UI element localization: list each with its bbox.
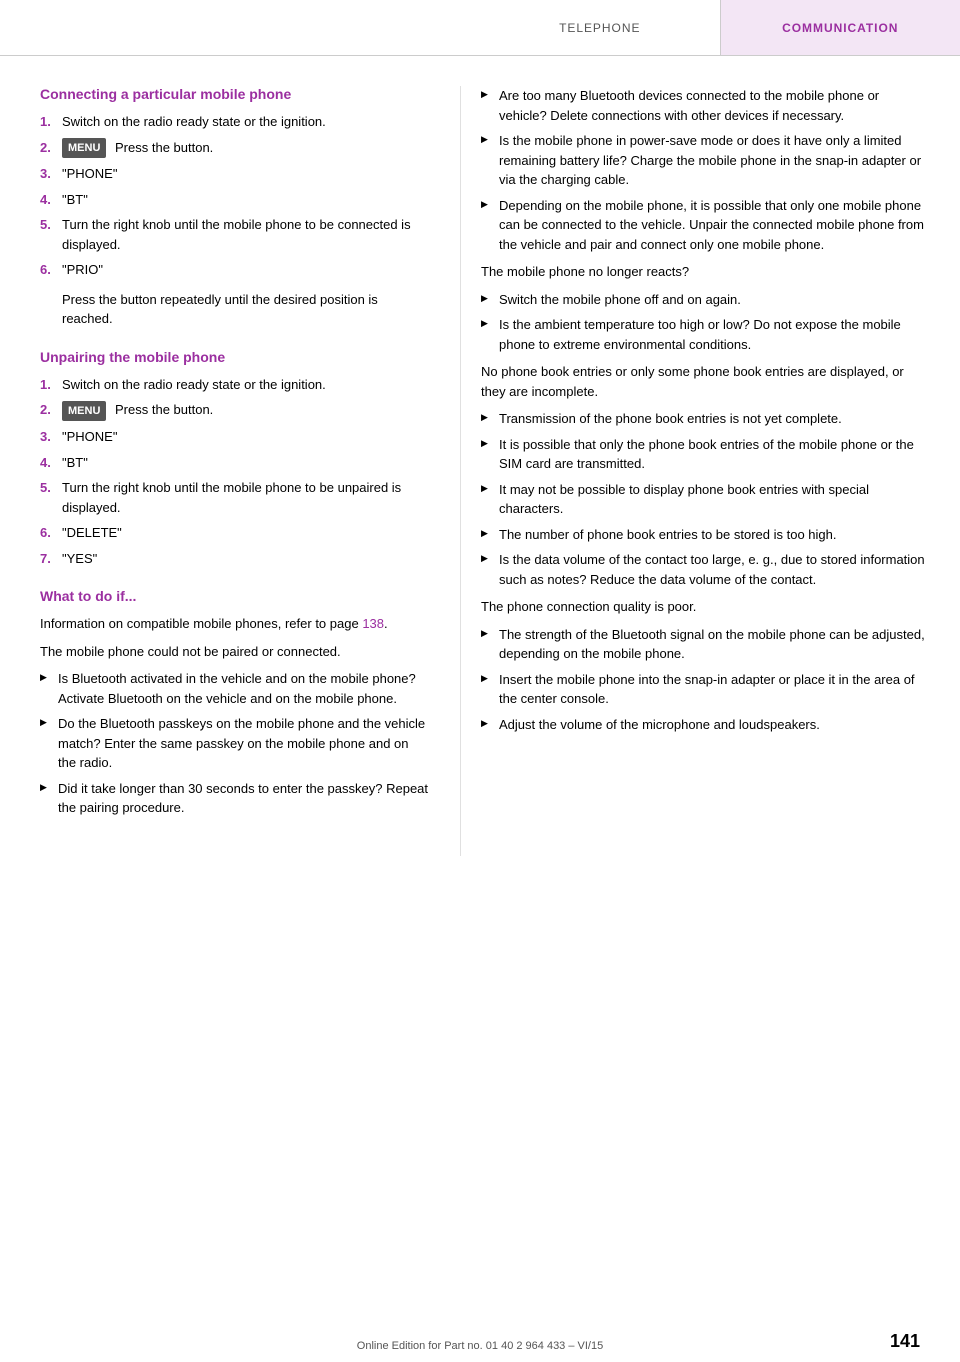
bullet-right-1-2: ▶ Is the mobile phone in power-save mode… [481,131,930,190]
bullet-right-3-2: ▶ It is possible that only the phone boo… [481,435,930,474]
page-body: Connecting a particular mobile phone 1. … [0,56,960,856]
step-1-4: 4. "BT" [40,190,430,210]
bullet-right-3-3: ▶ It may not be possible to display phon… [481,480,930,519]
step-2-2: 2. MENU Press the button. [40,400,430,421]
para-poor-quality: The phone connection quality is poor. [481,597,930,617]
right-bullets-group1: ▶ Are too many Bluetooth devices connect… [481,86,930,254]
page-link-138[interactable]: 138 [362,616,384,631]
bullet-right-4-1: ▶ The strength of the Bluetooth signal o… [481,625,930,664]
bullet-right-4-3: ▶ Adjust the volume of the microphone an… [481,715,930,735]
bullet-icon-1: ▶ [40,671,58,685]
section1-title: Connecting a particular mobile phone [40,86,430,102]
bullet-icon-3: ▶ [40,781,58,795]
step-1-2: 2. MENU Press the button. [40,138,430,159]
section2-title: Unpairing the mobile phone [40,349,430,365]
page-header: TELEPHONE COMMUNICATION [0,0,960,56]
section3-bullets: ▶ Is Bluetooth activated in the vehicle … [40,669,430,818]
step-2-4: 4. "BT" [40,453,430,473]
right-bullets-group3: ▶ Transmission of the phone book entries… [481,409,930,589]
bullet-right-2-2: ▶ Is the ambient temperature too high or… [481,315,930,354]
bullet-right-1-3: ▶ Depending on the mobile phone, it is p… [481,196,930,255]
page-number: 141 [890,1331,920,1352]
left-column: Connecting a particular mobile phone 1. … [0,86,460,856]
section3-para1: Information on compatible mobile phones,… [40,614,430,634]
telephone-text: TELEPHONE [559,21,640,35]
bullet-icon-r10: ▶ [481,552,499,566]
section3-title: What to do if... [40,588,430,604]
header-communication-label: COMMUNICATION [721,0,960,55]
page-footer: Online Edition for Part no. 01 40 2 964 … [0,1340,960,1352]
bullet-right-4-2: ▶ Insert the mobile phone into the snap-… [481,670,930,709]
section1-steps: 1. Switch on the radio ready state or th… [40,112,430,280]
right-bullets-group4: ▶ The strength of the Bluetooth signal o… [481,625,930,735]
step-1-3: 3. "PHONE" [40,164,430,184]
header-telephone-label: TELEPHONE [480,0,721,55]
bullet-left-3: ▶ Did it take longer than 30 seconds to … [40,779,430,818]
step-1-1: 1. Switch on the radio ready state or th… [40,112,430,132]
bullet-icon-r12: ▶ [481,672,499,686]
bullet-icon-r13: ▶ [481,717,499,731]
bullet-icon-r8: ▶ [481,482,499,496]
step-2-3: 3. "PHONE" [40,427,430,447]
bullet-left-1: ▶ Is Bluetooth activated in the vehicle … [40,669,430,708]
bullet-right-2-1: ▶ Switch the mobile phone off and on aga… [481,290,930,310]
bullet-icon-r2: ▶ [481,133,499,147]
header-right: TELEPHONE COMMUNICATION [480,0,960,55]
bullet-icon-r4: ▶ [481,292,499,306]
step-2-1: 1. Switch on the radio ready state or th… [40,375,430,395]
para-no-react: The mobile phone no longer reacts? [481,262,930,282]
communication-text: COMMUNICATION [782,21,898,35]
bullet-icon-r11: ▶ [481,627,499,641]
bullet-left-2: ▶ Do the Bluetooth passkeys on the mobil… [40,714,430,773]
bullet-right-1-1: ▶ Are too many Bluetooth devices connect… [481,86,930,125]
step-2-7: 7. "YES" [40,549,430,569]
bullet-icon-r5: ▶ [481,317,499,331]
section1-sub-para: Press the button repeatedly until the de… [62,290,430,329]
step-2-6: 6. "DELETE" [40,523,430,543]
section2-steps: 1. Switch on the radio ready state or th… [40,375,430,568]
step-1-6: 6. "PRIO" [40,260,430,280]
para-no-entries: No phone book entries or only some phone… [481,362,930,401]
bullet-icon-r1: ▶ [481,88,499,102]
right-bullets-group2: ▶ Switch the mobile phone off and on aga… [481,290,930,355]
footer-text: Online Edition for Part no. 01 40 2 964 … [357,1340,603,1352]
bullet-icon-r3: ▶ [481,198,499,212]
bullet-icon-r6: ▶ [481,411,499,425]
bullet-icon-r7: ▶ [481,437,499,451]
bullet-right-3-1: ▶ Transmission of the phone book entries… [481,409,930,429]
step-2-5: 5. Turn the right knob until the mobile … [40,478,430,517]
bullet-right-3-4: ▶ The number of phone book entries to be… [481,525,930,545]
right-column: ▶ Are too many Bluetooth devices connect… [460,86,960,856]
bullet-icon-2: ▶ [40,716,58,730]
section3-para2: The mobile phone could not be paired or … [40,642,430,662]
bullet-icon-r9: ▶ [481,527,499,541]
menu-button-2: MENU [62,401,106,422]
menu-button-1: MENU [62,138,106,159]
step-1-5: 5. Turn the right knob until the mobile … [40,215,430,254]
bullet-right-3-5: ▶ Is the data volume of the contact too … [481,550,930,589]
